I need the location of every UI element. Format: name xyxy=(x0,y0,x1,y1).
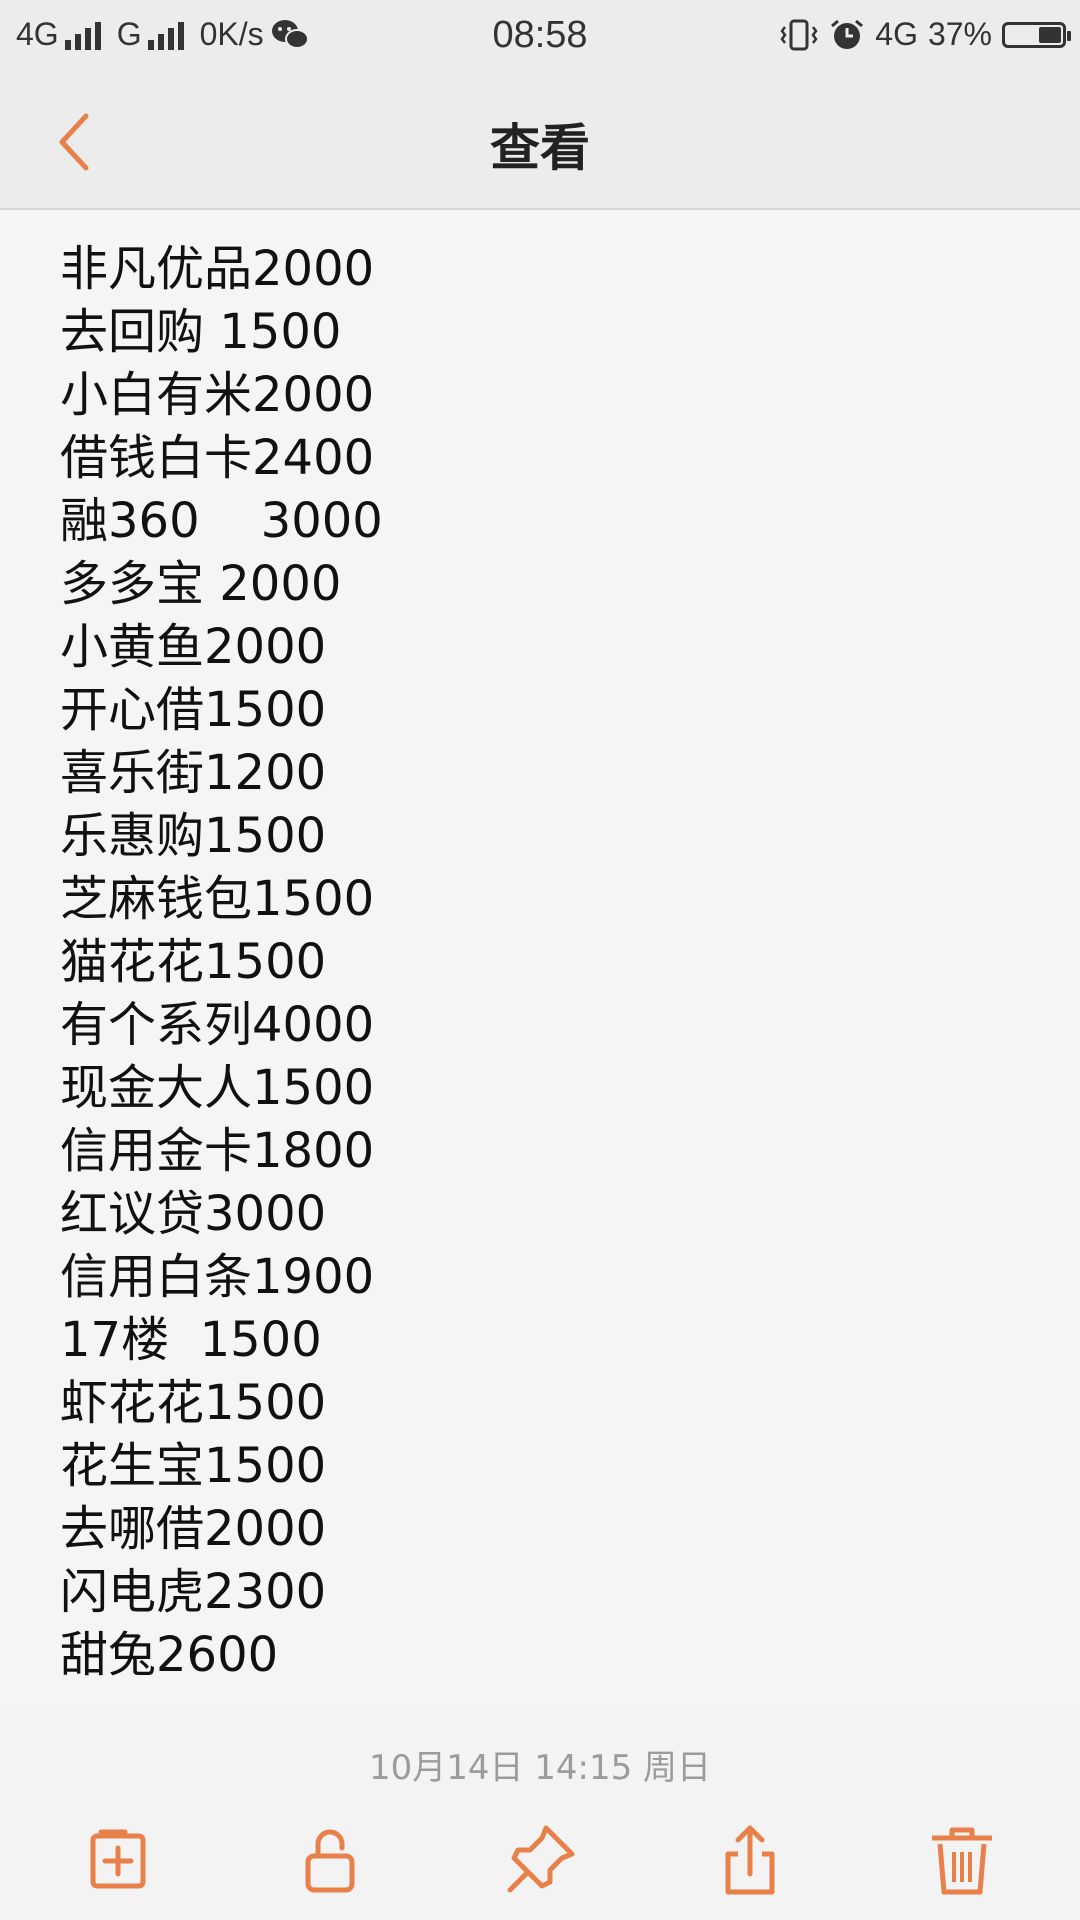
page-title: 查看 xyxy=(490,119,590,177)
status-bar: 4G G 0K/s 08:58 4G 37% xyxy=(0,0,1080,72)
note-line: 信用金卡1800 xyxy=(60,1123,375,1179)
note-line: 去回购 1500 xyxy=(60,304,342,360)
note-line: 芝麻钱包1500 xyxy=(60,871,375,927)
vibrate-icon xyxy=(780,19,818,50)
network-label-3: 4G xyxy=(875,16,918,52)
new-note-icon[interactable] xyxy=(79,1820,159,1900)
note-line: 花生宝1500 xyxy=(60,1438,327,1494)
note-line: 虾花花1500 xyxy=(60,1375,327,1431)
note-line: 猫花花1500 xyxy=(60,934,327,990)
bottom-toolbar xyxy=(0,1800,1080,1920)
note-line: 开心借1500 xyxy=(60,682,327,738)
note-line: 有个系列4000 xyxy=(60,997,375,1053)
note-line: 融360 3000 xyxy=(60,493,383,549)
trash-icon[interactable] xyxy=(922,1820,1002,1900)
note-line: 非凡优品2000 xyxy=(60,241,375,297)
battery-icon xyxy=(1002,21,1071,48)
note-line: 小黄鱼2000 xyxy=(60,619,327,675)
note-line: 闪电虎2300 xyxy=(60,1564,327,1620)
pin-icon[interactable] xyxy=(500,1820,580,1900)
note-line: 乐惠购1500 xyxy=(60,808,327,864)
note-body[interactable]: 非凡优品2000 去回购 1500 小白有米2000 借钱白卡2400 融360 300… xyxy=(60,238,960,1708)
note-area[interactable]: 非凡优品2000 去回购 1500 小白有米2000 借钱白卡2400 融360 300… xyxy=(0,210,1080,1710)
header: 查看 xyxy=(0,72,1080,210)
status-right: 4G 37% xyxy=(779,16,1071,53)
note-line: 甜兔2600 xyxy=(60,1627,279,1683)
battery-percent: 37% xyxy=(927,16,992,52)
unlock-icon[interactable] xyxy=(290,1820,370,1900)
note-line: 多多宝 2000 xyxy=(60,556,342,612)
share-icon[interactable] xyxy=(710,1820,790,1900)
note-line: 去哪借2000 xyxy=(60,1501,327,1557)
note-line: 17楼 1500 xyxy=(60,1312,322,1368)
note-line: 红议贷3000 xyxy=(60,1186,327,1242)
note-timestamp: 10月14日 14:15 周日 xyxy=(368,1748,712,1788)
note-line: 现金大人1500 xyxy=(60,1060,375,1116)
note-line: 小白有米2000 xyxy=(60,367,375,423)
note-line: 信用白条1900 xyxy=(60,1249,375,1305)
note-line: 喜乐街1200 xyxy=(60,745,327,801)
note-line: 借钱白卡2400 xyxy=(60,430,375,486)
alarm-icon xyxy=(831,19,864,49)
